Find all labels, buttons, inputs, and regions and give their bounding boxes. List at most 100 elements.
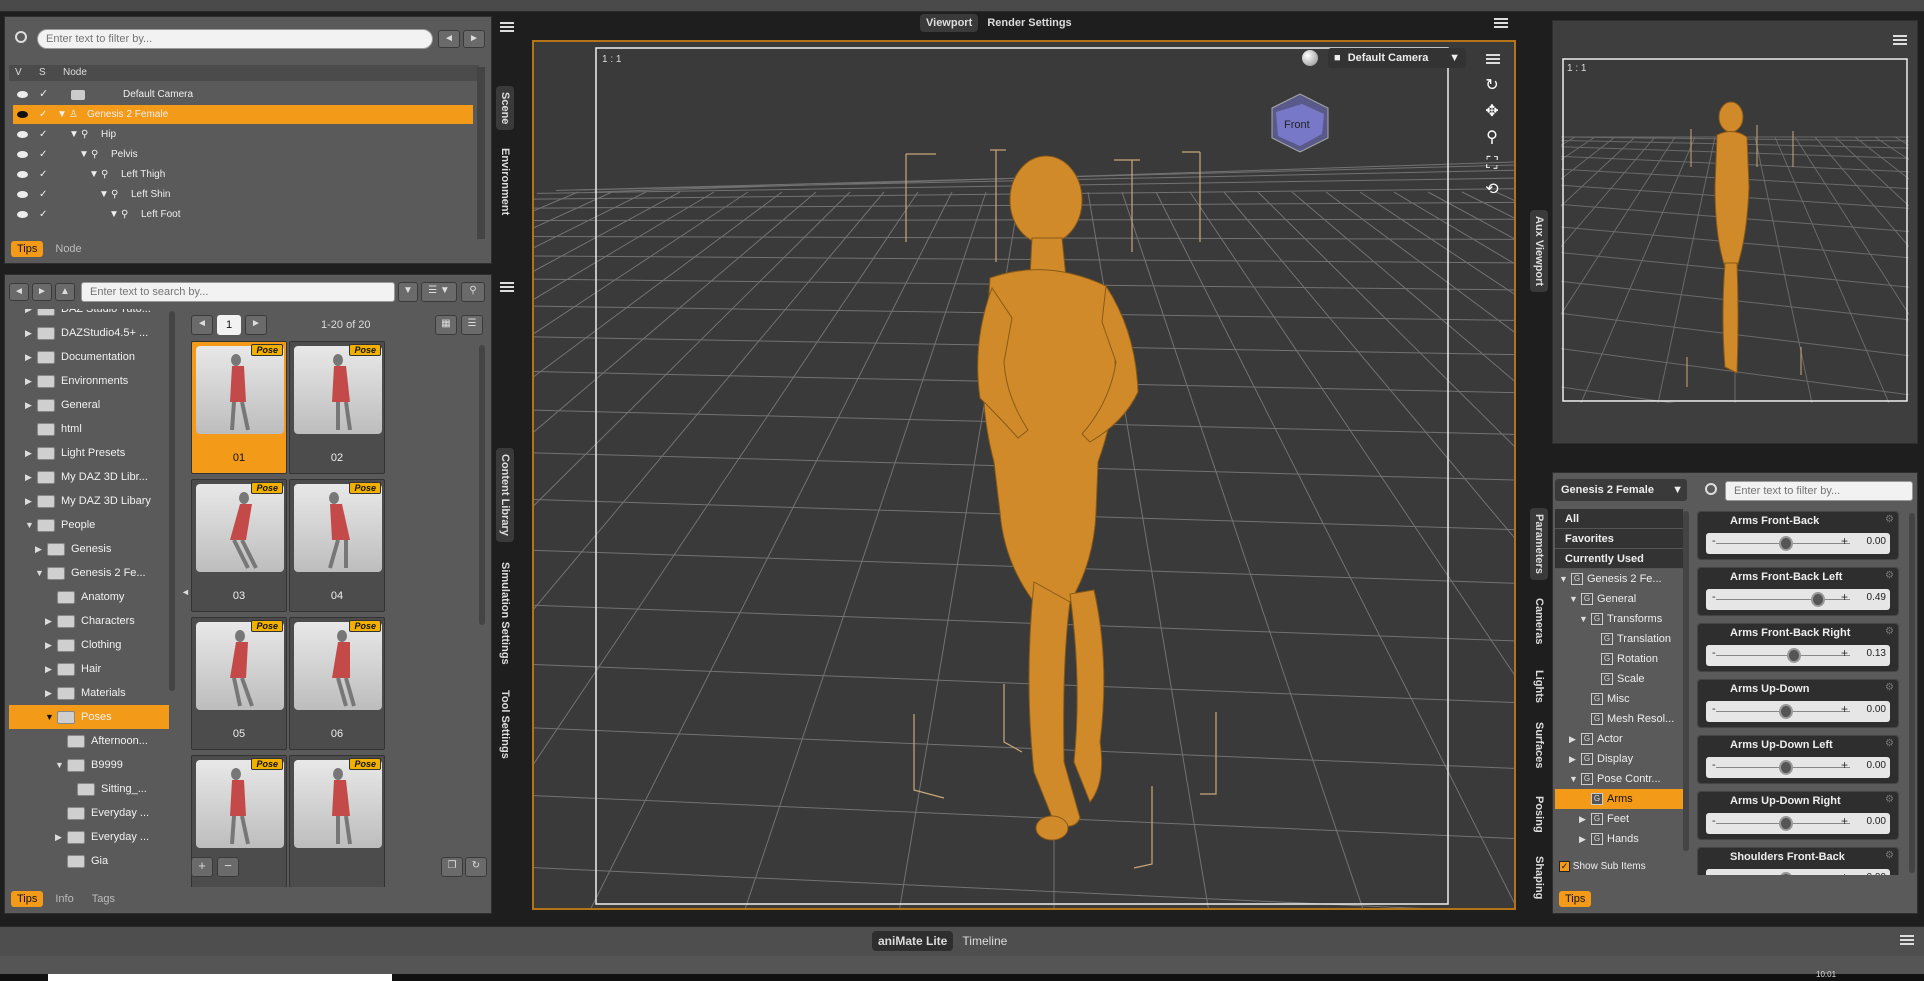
expanded-arrow-icon[interactable]: ▼ [1579,609,1588,629]
parameter-value[interactable]: 0.49 [1867,592,1886,603]
tab-cameras[interactable]: Cameras [1533,598,1545,644]
parameter-filter-input[interactable] [1725,481,1913,501]
parameter-value[interactable]: 0.00 [1867,704,1886,715]
tab-parameters[interactable]: Parameters [1530,508,1548,580]
forward-button[interactable]: ► [32,283,52,301]
scene-row-hip[interactable]: ✓ ▼ ⚲ Hip [13,125,473,144]
add-button[interactable]: + [191,857,213,877]
parameter-group-item[interactable]: ▼ G General [1555,589,1683,609]
tab-surfaces[interactable]: Surfaces [1533,722,1545,768]
collapsed-arrow-icon[interactable]: ▶ [25,309,32,321]
parameter-value[interactable]: 0.00 [1867,760,1886,771]
slider-scrollbar[interactable] [1909,513,1915,873]
parameter-slider[interactable]: Arms Front-Back ⚙ - +0.00 [1697,511,1899,560]
tab-render-settings[interactable]: Render Settings [981,14,1077,32]
expanded-arrow-icon[interactable]: ▼ [1569,769,1578,789]
pane-menu-icon[interactable] [500,22,514,32]
tree-folder-item[interactable]: ▶ Clothing [9,633,169,657]
expand-icon[interactable]: ▼ [69,125,79,144]
tab-viewport[interactable]: Viewport [920,14,979,32]
tab-simulation-settings[interactable]: Simulation Settings [499,562,511,665]
parameter-group-item[interactable]: ▶ G Display [1555,749,1683,769]
collapsed-arrow-icon[interactable]: ▶ [1569,729,1576,749]
tab-tips[interactable]: Tips [11,891,44,907]
select-check-icon[interactable]: ✓ [39,185,47,204]
collapsed-arrow-icon[interactable]: ▶ [25,321,32,345]
collapsed-arrow-icon[interactable]: ▶ [45,657,52,681]
expanded-arrow-icon[interactable]: ▼ [55,753,64,777]
expanded-arrow-icon[interactable]: ▼ [1559,569,1568,589]
tab-animate-lite[interactable]: aniMate Lite [872,931,954,951]
tab-tips[interactable]: Tips [1559,891,1592,907]
slider-knob[interactable] [1786,648,1801,663]
tree-scrollbar[interactable] [1683,511,1689,851]
slider-knob[interactable] [1779,704,1793,719]
tree-folder-item[interactable]: ▶ My DAZ 3D Libary [9,489,169,513]
visibility-eye-icon[interactable] [17,131,28,138]
slider-track[interactable]: - +0.00 [1706,533,1890,554]
pane-menu-icon[interactable] [1893,35,1907,45]
slider-track[interactable]: - +0.00 [1706,757,1890,778]
pan-icon[interactable]: ✥ [1482,102,1502,122]
parameter-slider[interactable]: Arms Front-Back Left ⚙ - +0.49 [1697,567,1899,616]
gear-icon[interactable]: ⚙ [1885,794,1894,805]
slider-track[interactable]: - +0.49 [1706,589,1890,610]
next-button[interactable]: ► [463,30,485,48]
select-check-icon[interactable]: ✓ [39,165,47,184]
parameter-group-item[interactable]: Favorites [1555,529,1683,549]
tree-folder-item[interactable]: ▶ My DAZ 3D Libr... [9,465,169,489]
tree-folder-item[interactable]: html [9,417,169,441]
visibility-eye-icon[interactable] [17,91,28,98]
scene-filter-input[interactable] [37,29,433,49]
tab-lights[interactable]: Lights [1533,670,1545,703]
node-selector[interactable]: Genesis 2 Female ▼ [1555,479,1687,501]
database-button[interactable]: ☰ ▼ [421,282,457,302]
tab-environment[interactable]: Environment [499,148,511,215]
tab-tool-settings[interactable]: Tool Settings [499,690,511,759]
parameter-group-item[interactable]: Currently Used [1555,549,1683,569]
expand-icon[interactable]: ▼ [109,205,119,224]
decrement-icon[interactable]: - [1712,871,1716,875]
tab-tags[interactable]: Tags [86,891,121,907]
parameter-slider[interactable]: Arms Up-Down ⚙ - +0.00 [1697,679,1899,728]
collapsed-arrow-icon[interactable]: ▶ [35,537,42,561]
parameter-value[interactable]: 0.00 [1867,816,1886,827]
expand-icon[interactable]: ▼ [99,185,109,204]
tree-folder-item[interactable]: Sitting_... [9,777,169,801]
parameter-slider[interactable]: Arms Up-Down Left ⚙ - +0.00 [1697,735,1899,784]
parameter-value[interactable]: 0.00 [1867,872,1886,875]
collapsed-arrow-icon[interactable]: ▶ [45,609,52,633]
tab-scene[interactable]: Scene [496,86,514,131]
scene-row-camera[interactable]: ✓ Default Camera [13,85,473,104]
pose-thumbnail[interactable]: Pose 02 [289,341,385,474]
expand-icon[interactable]: ▼ [79,145,89,164]
pose-thumbnail[interactable]: Pose 04 [289,479,385,612]
tree-folder-item[interactable]: ▼ Genesis 2 Fe... [9,561,169,585]
slider-knob[interactable] [1779,536,1793,551]
decrement-icon[interactable]: - [1712,591,1716,603]
parameter-group-item[interactable]: ▶ G Actor [1555,729,1683,749]
search-dropdown-button[interactable]: ▼ [398,282,418,302]
pane-menu-icon[interactable] [1494,18,1508,28]
visibility-eye-icon[interactable] [17,111,28,118]
expanded-arrow-icon[interactable]: ▼ [1569,589,1578,609]
frame-icon[interactable]: ⛶ [1482,154,1502,174]
orbit-icon[interactable]: ↻ [1482,76,1502,96]
pane-menu-icon[interactable] [500,282,514,292]
slider-knob[interactable] [1779,872,1793,875]
increment-icon[interactable]: + [1841,870,1848,875]
tree-folder-item[interactable]: Gia [9,849,169,873]
tree-folder-item[interactable]: ▶ Hair [9,657,169,681]
gear-icon[interactable]: ⚙ [1885,682,1894,693]
collapsed-arrow-icon[interactable]: ▶ [25,441,32,465]
scene-scrollbar[interactable] [477,67,485,239]
pose-thumbnail[interactable]: Pose [289,755,385,887]
show-sub-items[interactable]: ✓ Show Sub Items [1559,861,1646,872]
scene-row-figure[interactable]: ✓ ▼ ♙ Genesis 2 Female [13,105,473,124]
tree-folder-item[interactable]: ▼ B9999 [9,753,169,777]
tree-folder-item[interactable]: ▶ Genesis [9,537,169,561]
select-check-icon[interactable]: ✓ [39,205,47,224]
collapsed-arrow-icon[interactable]: ▶ [25,369,32,393]
tree-folder-item[interactable]: ▶ Light Presets [9,441,169,465]
scene-row-left-thigh[interactable]: ✓ ▼ ⚲ Left Thigh [13,165,473,184]
